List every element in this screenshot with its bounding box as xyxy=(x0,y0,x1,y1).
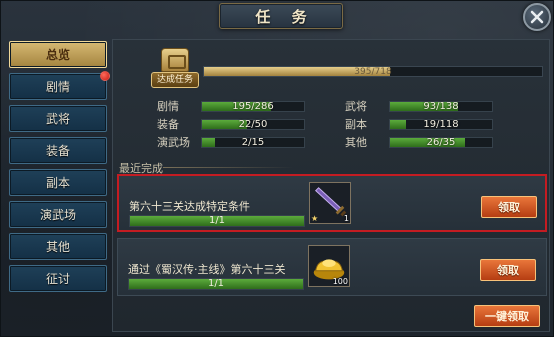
sidebar-item-label: 其他 xyxy=(45,240,70,254)
stat-value: 19/118 xyxy=(423,118,459,130)
claim-all-button[interactable]: 一键领取 xyxy=(474,305,540,327)
sidebar-item-label: 征讨 xyxy=(45,272,70,286)
sidebar-item-equipment[interactable]: 装备 xyxy=(9,137,107,164)
sidebar-item-arena[interactable]: 演武场 xyxy=(9,201,107,228)
task-title: 通过《蜀汉传·主线》第六十三关 xyxy=(128,263,286,276)
stat-value: 2/15 xyxy=(241,136,265,148)
achievement-progress-bar: 395/718 xyxy=(203,66,543,77)
reward-item[interactable]: 100 xyxy=(308,245,350,287)
achievement-badge: 达成任务 xyxy=(151,48,199,90)
stat-value: 93/138 xyxy=(423,100,459,112)
claim-button[interactable]: 领取 xyxy=(481,196,537,218)
claim-button-label: 领取 xyxy=(498,201,520,214)
sidebar-item-label: 副本 xyxy=(45,176,70,190)
window-title: 任 务 xyxy=(255,7,315,26)
sidebar-item-dungeon[interactable]: 副本 xyxy=(9,169,107,196)
claim-all-label: 一键领取 xyxy=(485,310,529,323)
sidebar-item-story[interactable]: 剧情 xyxy=(9,71,110,100)
close-button[interactable] xyxy=(523,3,551,31)
stat-label: 演武场 xyxy=(157,136,190,149)
stat-label: 剧情 xyxy=(157,100,179,113)
star-icon: ★ xyxy=(311,214,319,223)
stat-bar: 19/118 xyxy=(389,118,493,130)
sidebar-item-label: 演武场 xyxy=(39,208,76,222)
stat-label: 武将 xyxy=(345,100,367,113)
stat-bar: 22/50 xyxy=(201,118,305,130)
main-panel: 达成任务 395/718 剧情 195/286 武将 93/138 装备 22/… xyxy=(112,39,550,332)
stat-value: 22/50 xyxy=(238,118,268,130)
claim-button[interactable]: 领取 xyxy=(480,259,536,281)
stat-label: 其他 xyxy=(345,136,367,149)
stat-value: 195/286 xyxy=(232,100,274,112)
task-progress-text: 1/1 xyxy=(207,278,225,289)
stat-generals: 武将 93/138 xyxy=(345,100,493,113)
stat-bar: 26/35 xyxy=(389,136,493,148)
task-progress-bar: 1/1 xyxy=(128,278,304,290)
stat-bar: 195/286 xyxy=(201,100,305,112)
sidebar-item-label: 总览 xyxy=(45,48,70,62)
task-window: 任 务 总览 剧情 武将 装备 副本 演武场 其他 征讨 达成任务 395/71… xyxy=(0,0,554,337)
achievement-icon xyxy=(161,48,189,72)
sidebar: 总览 剧情 武将 装备 副本 演武场 其他 征讨 xyxy=(9,41,110,297)
achievement-progress-text: 395/718 xyxy=(354,67,392,77)
reward-quantity: 1 xyxy=(343,214,349,223)
stat-bar: 93/138 xyxy=(389,100,493,112)
window-title-plate: 任 务 xyxy=(219,3,343,29)
task-progress-text: 1/1 xyxy=(208,215,226,226)
stat-value: 26/35 xyxy=(426,136,456,148)
sidebar-item-other[interactable]: 其他 xyxy=(9,233,107,260)
stat-equipment: 装备 22/50 xyxy=(157,118,305,131)
stat-bar: 2/15 xyxy=(201,136,305,148)
sidebar-item-generals[interactable]: 武将 xyxy=(9,105,107,132)
claim-button-label: 领取 xyxy=(497,264,519,277)
stat-label: 装备 xyxy=(157,118,179,131)
task-title: 第六十三关达成特定条件 xyxy=(129,200,250,213)
stat-label: 副本 xyxy=(345,118,367,131)
sidebar-item-label: 武将 xyxy=(45,112,70,126)
sidebar-item-overview[interactable]: 总览 xyxy=(9,41,107,68)
section-divider xyxy=(163,167,293,168)
stat-other: 其他 26/35 xyxy=(345,136,493,149)
sidebar-item-label: 剧情 xyxy=(45,80,70,94)
task-progress-bar: 1/1 xyxy=(129,215,305,227)
sidebar-item-campaign[interactable]: 征讨 xyxy=(9,265,107,292)
stat-arena: 演武场 2/15 xyxy=(157,136,305,149)
task-row: 通过《蜀汉传·主线》第六十三关 1/1 100 领取 xyxy=(117,238,547,296)
achievement-badge-label: 达成任务 xyxy=(151,72,199,88)
close-icon xyxy=(530,10,544,24)
task-row: 第六十三关达成特定条件 1/1 ★ 1 领取 xyxy=(117,174,547,232)
notification-dot xyxy=(100,71,110,81)
reward-item[interactable]: ★ 1 xyxy=(309,182,351,224)
sidebar-item-label: 装备 xyxy=(45,144,70,158)
stat-dungeon: 副本 19/118 xyxy=(345,118,493,131)
reward-quantity: 100 xyxy=(332,277,348,286)
stat-story: 剧情 195/286 xyxy=(157,100,305,113)
